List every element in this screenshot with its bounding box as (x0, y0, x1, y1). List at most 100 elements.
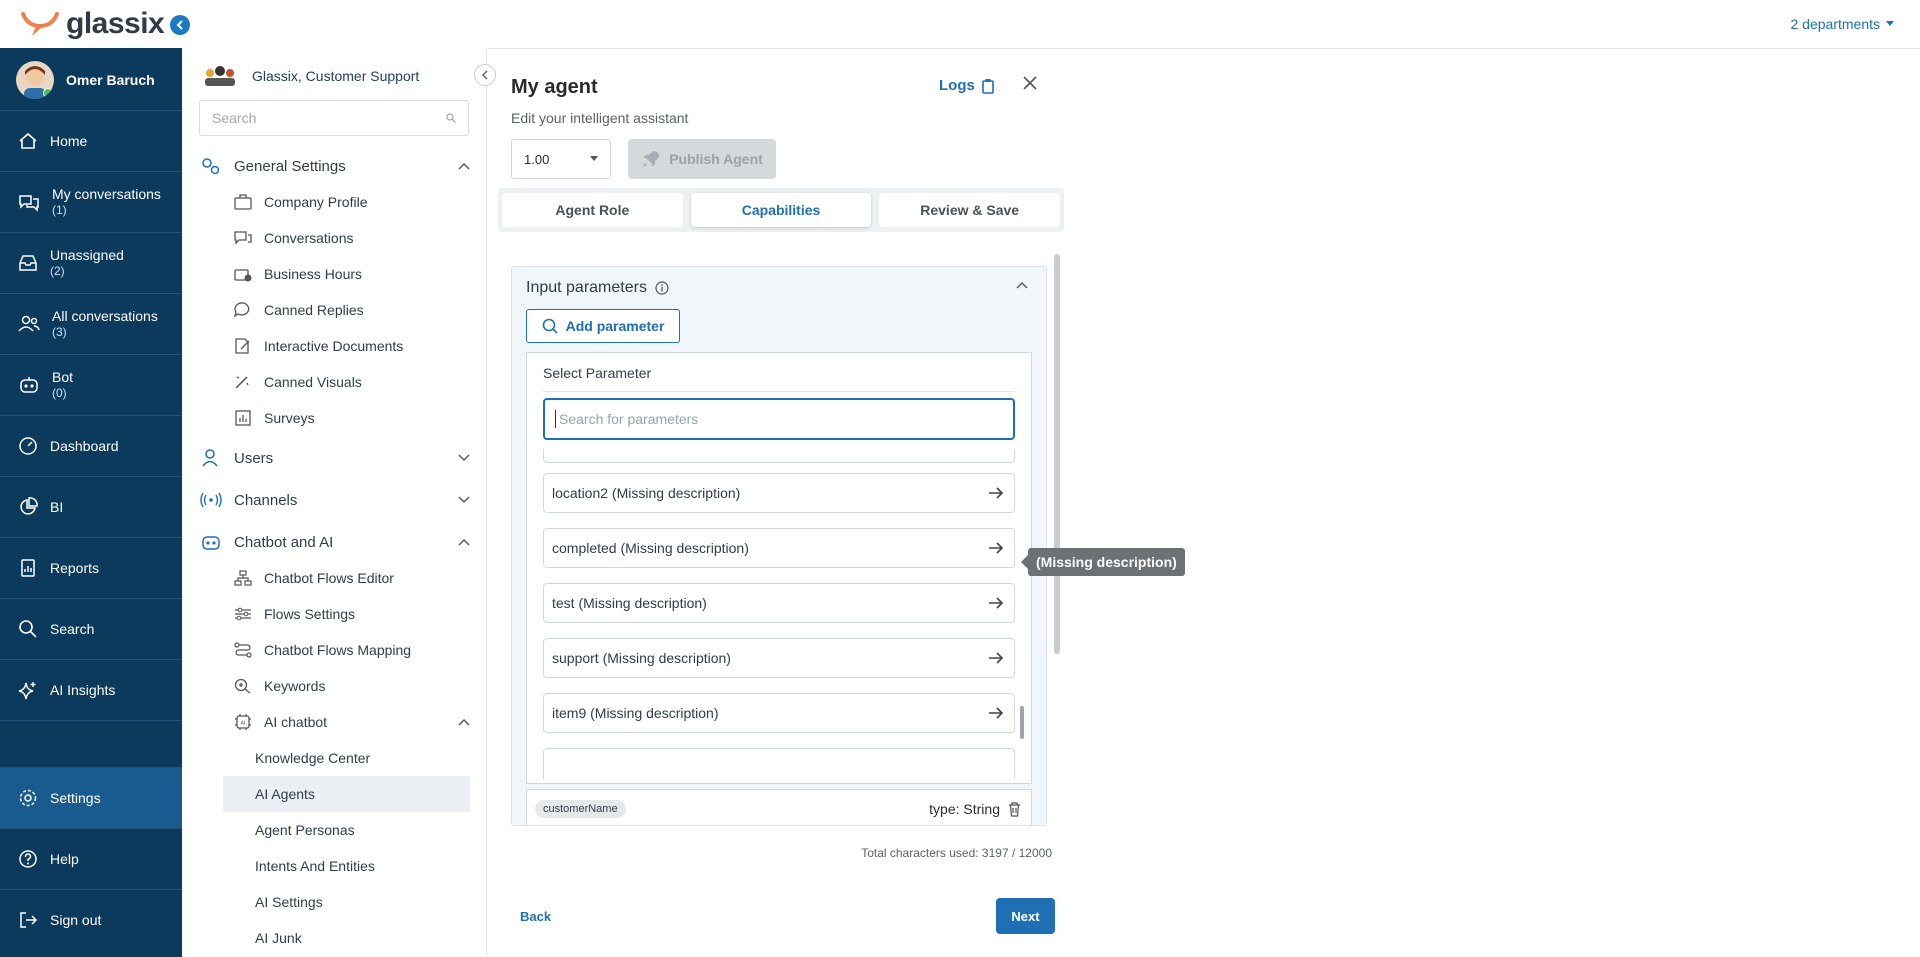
nav-item-unassigned[interactable]: Unassigned (2) (0, 232, 182, 293)
sidebar-item-company-profile[interactable]: Company Profile (182, 184, 486, 220)
nav-item-ai-insights[interactable]: AI Insights (0, 659, 182, 720)
list-item[interactable]: location2 (Missing description) (543, 473, 1015, 513)
section-label: Channels (234, 491, 298, 509)
section-users[interactable]: Users (182, 440, 486, 476)
sidebar-search-input[interactable]: Search (199, 100, 469, 136)
chevron-left-icon (176, 20, 183, 30)
panel-scrollbar[interactable] (1054, 254, 1060, 654)
logs-button[interactable]: Logs (939, 77, 995, 94)
business-hours-icon (234, 269, 252, 282)
parameter-type: type: String (929, 801, 1000, 817)
sidebar-item-keywords[interactable]: Keywords (182, 668, 486, 704)
parameter-chip: customerName (535, 800, 626, 818)
nav-item-bi[interactable]: BI (0, 476, 182, 537)
list-scrollbar[interactable] (1020, 706, 1024, 739)
sidebar-collapse-button[interactable] (474, 64, 496, 86)
tab-agent-role[interactable]: Agent Role (502, 193, 683, 227)
close-button[interactable] (1023, 76, 1037, 90)
list-item[interactable] (543, 748, 1015, 779)
message-icon (234, 302, 250, 318)
sidebar-item-agent-personas[interactable]: Agent Personas (182, 812, 486, 848)
sidebar-item-interactive-documents[interactable]: Interactive Documents (182, 328, 486, 364)
section-label: Users (234, 449, 274, 467)
section-channels[interactable]: Channels (182, 482, 486, 518)
nav-count: (2) (50, 264, 65, 278)
back-button[interactable]: Back (520, 909, 551, 924)
nav-item-search[interactable]: Search (0, 598, 182, 659)
next-button[interactable]: Next (996, 898, 1055, 934)
org-header: Glassix, Customer Support (182, 57, 486, 95)
sidebar-item-knowledge-center[interactable]: Knowledge Center (182, 740, 486, 776)
sidebar-item-intents-and-entities[interactable]: Intents And Entities (182, 848, 486, 884)
departments-dropdown[interactable]: 2 departments (1791, 16, 1894, 32)
sidebar-search-placeholder: Search (212, 110, 257, 126)
parameter-search-input[interactable]: Search for parameters (543, 398, 1015, 440)
nav-label: BI (50, 499, 64, 515)
nav-item-my-conversations[interactable]: My conversations (1) (0, 171, 182, 232)
sidebar-item-chatbot-flows-mapping[interactable]: Chatbot Flows Mapping (182, 632, 486, 668)
list-item[interactable]: item9 (Missing description) (543, 693, 1015, 733)
sliders-icon (235, 607, 251, 621)
section-general-settings[interactable]: General Settings (182, 148, 486, 184)
collapse-panel-button[interactable] (1016, 281, 1028, 289)
chat-icon (234, 231, 252, 245)
nav-item-all-conversations[interactable]: All conversations (3) (0, 293, 182, 354)
tab-review-and-save[interactable]: Review & Save (879, 193, 1061, 227)
nav-item-sign-out[interactable]: Sign out (0, 889, 182, 950)
section-ai-chatbot[interactable]: AI AI chatbot (182, 704, 486, 740)
nav-label: Dashboard (50, 438, 119, 454)
tab-capabilities[interactable]: Capabilities (690, 193, 872, 227)
sidebar-item-ai-settings[interactable]: AI Settings (182, 884, 486, 920)
user-profile[interactable]: Omer Baruch (0, 50, 182, 110)
team-icon (205, 66, 235, 86)
dashboard-icon (19, 437, 37, 455)
selected-parameter-row: customerName type: String (526, 789, 1032, 825)
list-item[interactable]: test (Missing description) (543, 583, 1015, 623)
settings-sidebar: Glassix, Customer Support Search General… (182, 48, 487, 957)
nav-item-home[interactable]: Home (0, 110, 182, 171)
list-item[interactable]: completed (Missing description) (543, 528, 1015, 568)
publish-agent-button[interactable]: Publish Agent (628, 139, 776, 179)
nav-item-reports[interactable]: Reports (0, 537, 182, 598)
sidebar-item-business-hours[interactable]: Business Hours (182, 256, 486, 292)
nav-collapse-button[interactable] (170, 15, 190, 35)
logs-label: Logs (939, 77, 975, 94)
sidebar-item-surveys[interactable]: Surveys (182, 400, 486, 436)
trash-icon[interactable] (1008, 801, 1021, 817)
sidebar-item-label: Keywords (264, 678, 326, 694)
sidebar-item-ai-junk[interactable]: AI Junk (182, 920, 486, 956)
nav-item-bot[interactable]: Bot (0) (0, 354, 182, 415)
sidebar-item-conversations[interactable]: Conversations (182, 220, 486, 256)
nav-item-settings[interactable]: Settings (0, 767, 182, 828)
list-item[interactable] (543, 449, 1015, 463)
list-item[interactable]: support (Missing description) (543, 638, 1015, 678)
sidebar-item-canned-visuals[interactable]: Canned Visuals (182, 364, 486, 400)
sidebar-item-chatbot-flows-editor[interactable]: Chatbot Flows Editor (182, 560, 486, 596)
nav-item-help[interactable]: Help (0, 828, 182, 889)
version-select[interactable]: 1.00 (511, 139, 611, 179)
top-bar: 2 departments (182, 0, 1920, 49)
nav-count: (0) (52, 386, 67, 400)
main-nav: glassix Omer Baruch Home My conversation… (0, 0, 190, 957)
divider (543, 391, 1015, 392)
nav-label: My conversations (52, 186, 161, 202)
sidebar-item-canned-replies[interactable]: Canned Replies (182, 292, 486, 328)
agent-editor: My agent Edit your intelligent assistant… (490, 48, 1070, 957)
sidebar-item-label: Chatbot Flows Editor (264, 570, 394, 586)
select-parameter-dropdown: Select Parameter Search for parameters l… (526, 352, 1032, 784)
add-parameter-button[interactable]: Add parameter (526, 309, 680, 343)
sidebar-item-flows-settings[interactable]: Flows Settings (182, 596, 486, 632)
sidebar-item-ai-agents[interactable]: AI Agents (223, 776, 470, 812)
org-name: Glassix, Customer Support (252, 68, 420, 84)
nav-spacer (0, 720, 182, 767)
app-name: glassix (66, 7, 165, 40)
nav-item-dashboard[interactable]: Dashboard (0, 415, 182, 476)
section-chatbot-and-ai[interactable]: Chatbot and AI (182, 524, 486, 560)
sidebar-item-label: AI Junk (255, 930, 302, 946)
input-parameters-title: Input parameters (526, 279, 647, 296)
info-icon[interactable] (655, 281, 669, 295)
nav-count: (1) (52, 203, 67, 217)
gear-icon (19, 789, 37, 807)
chevron-up-icon (458, 163, 470, 170)
page-title: My agent (511, 76, 598, 98)
